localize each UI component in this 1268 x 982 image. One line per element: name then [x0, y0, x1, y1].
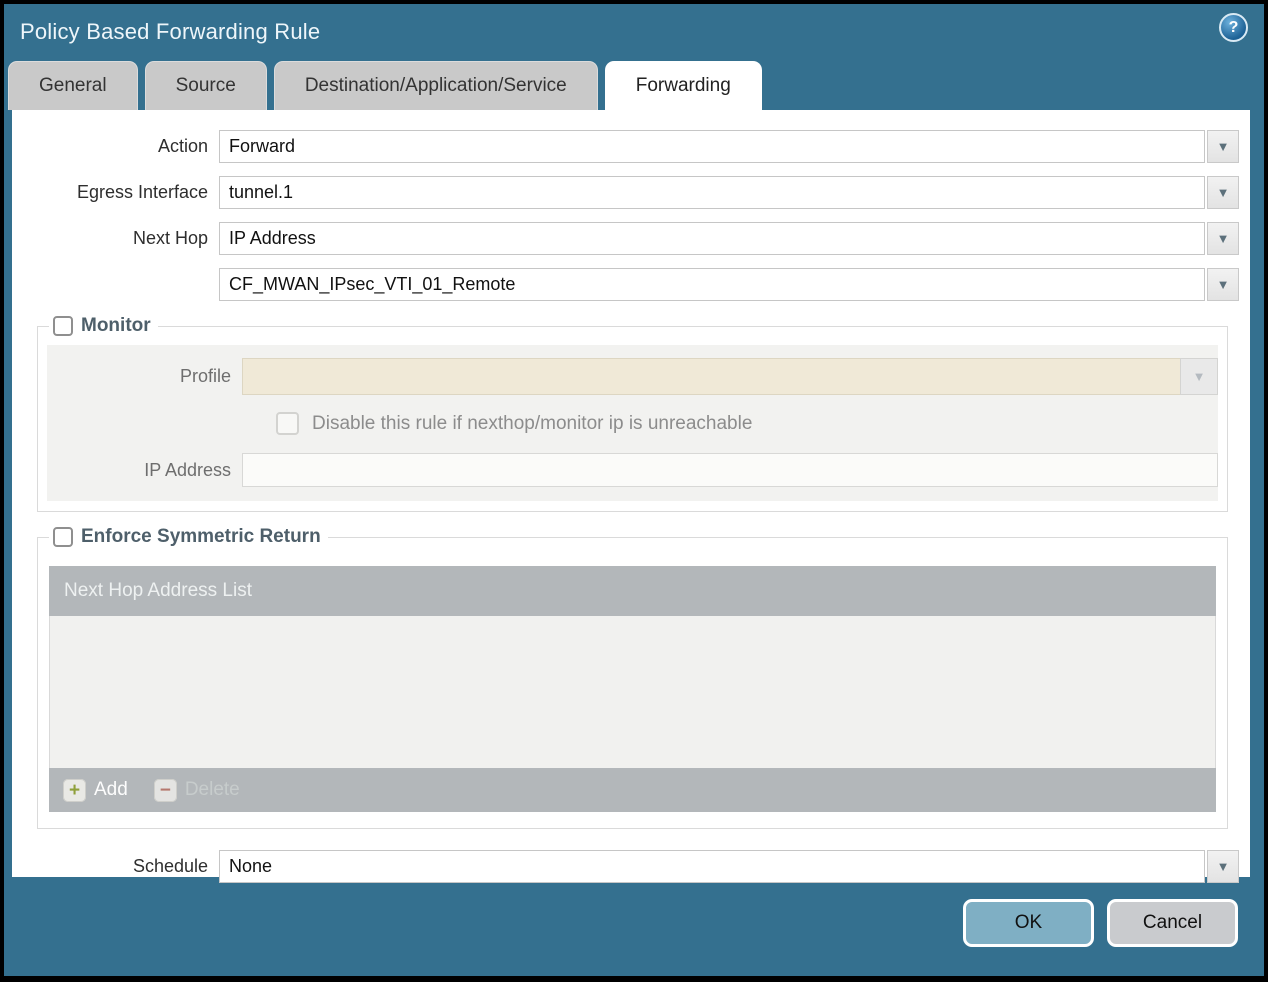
monitor-legend-label: Monitor: [81, 315, 151, 336]
schedule-dropdown-icon[interactable]: ▼: [1207, 850, 1239, 883]
ok-button[interactable]: OK: [963, 898, 1094, 947]
action-input[interactable]: [219, 130, 1205, 163]
add-icon: +: [63, 778, 86, 802]
next-hop-type-dropdown-icon[interactable]: ▼: [1207, 222, 1239, 255]
schedule-combo: ▼: [219, 850, 1239, 883]
next-hop-address-input[interactable]: [219, 268, 1205, 301]
tab-general[interactable]: General: [8, 61, 138, 110]
disable-rule-row: Disable this rule if nexthop/monitor ip …: [276, 412, 1218, 435]
delete-button: − Delete: [153, 778, 240, 802]
symmetric-return-section: Enforce Symmetric Return Next Hop Addres…: [37, 526, 1228, 829]
monitor-section: Monitor Profile ▼ Disable this rule if n…: [37, 315, 1228, 512]
profile-row: Profile ▼: [47, 358, 1218, 395]
tab-destination-application-service[interactable]: Destination/Application/Service: [273, 61, 598, 110]
monitor-ip-address-row: IP Address: [47, 453, 1218, 487]
next-hop-address-dropdown-icon[interactable]: ▼: [1207, 268, 1239, 301]
profile-dropdown-icon: ▼: [1180, 358, 1218, 395]
next-hop-address-table: Next Hop Address List + Add − Delete: [49, 566, 1216, 812]
monitor-checkbox[interactable]: [53, 316, 73, 336]
schedule-input[interactable]: [219, 850, 1205, 883]
monitor-legend: Monitor: [49, 315, 158, 337]
dialog-title: Policy Based Forwarding Rule: [20, 19, 321, 44]
monitor-panel: Profile ▼ Disable this rule if nexthop/m…: [47, 345, 1218, 501]
policy-based-forwarding-dialog: Policy Based Forwarding Rule ? General S…: [4, 4, 1264, 976]
action-combo: ▼: [219, 130, 1239, 163]
dialog-footer: OK Cancel: [4, 877, 1264, 976]
egress-interface-combo: ▼: [219, 176, 1239, 209]
next-hop-type-input[interactable]: [219, 222, 1205, 255]
add-button[interactable]: + Add: [63, 778, 128, 802]
next-hop-address-combo: ▼: [219, 268, 1239, 301]
dialog-titlebar: Policy Based Forwarding Rule ?: [4, 4, 1264, 60]
action-dropdown-icon[interactable]: ▼: [1207, 130, 1239, 163]
next-hop-address-table-toolbar: + Add − Delete: [49, 768, 1216, 812]
tab-forwarding[interactable]: Forwarding: [604, 61, 762, 110]
next-hop-label: Next Hop: [132, 228, 208, 248]
egress-interface-row: Egress Interface ▼: [12, 176, 1239, 209]
delete-icon: −: [153, 778, 177, 802]
monitor-ip-address-combo: [242, 453, 1218, 487]
cancel-button[interactable]: Cancel: [1107, 898, 1238, 947]
egress-interface-input[interactable]: [219, 176, 1205, 209]
symmetric-return-checkbox[interactable]: [53, 527, 73, 547]
monitor-ip-address-input: [242, 453, 1218, 487]
tab-source[interactable]: Source: [144, 61, 267, 110]
help-icon[interactable]: ?: [1219, 13, 1248, 42]
symmetric-return-legend: Enforce Symmetric Return: [49, 526, 328, 548]
profile-label: Profile: [179, 366, 231, 386]
disable-rule-label: Disable this rule if nexthop/monitor ip …: [312, 412, 753, 434]
next-hop-address-table-header: Next Hop Address List: [49, 566, 1216, 616]
forwarding-tab-panel: Action ▼ Egress Interface ▼ Next Hop: [12, 110, 1250, 883]
next-hop-type-row: Next Hop ▼: [12, 222, 1239, 255]
action-label: Action: [157, 136, 208, 156]
profile-combo: ▼: [242, 358, 1218, 395]
next-hop-type-combo: ▼: [219, 222, 1239, 255]
action-row: Action ▼: [12, 130, 1239, 163]
profile-input: [242, 358, 1180, 395]
schedule-label: Schedule: [132, 856, 208, 876]
monitor-ip-address-label: IP Address: [144, 459, 231, 480]
egress-interface-dropdown-icon[interactable]: ▼: [1207, 176, 1239, 209]
tab-bar: General Source Destination/Application/S…: [4, 60, 1264, 110]
next-hop-address-row: ▼: [12, 268, 1239, 301]
symmetric-return-legend-label: Enforce Symmetric Return: [81, 526, 321, 547]
egress-interface-label: Egress Interface: [76, 182, 208, 202]
disable-rule-checkbox: [276, 412, 299, 435]
next-hop-address-table-body: [49, 616, 1216, 768]
schedule-row: Schedule ▼: [12, 850, 1239, 883]
